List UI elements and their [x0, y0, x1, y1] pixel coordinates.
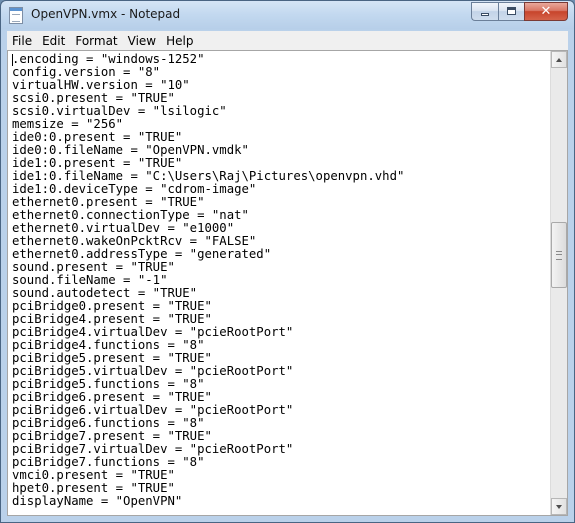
scroll-up-arrow-icon [556, 58, 562, 62]
text-cursor [12, 54, 13, 66]
notepad-icon[interactable] [9, 7, 23, 24]
window-title: OpenVPN.vmx - Notepad [31, 7, 181, 21]
title-bar[interactable]: OpenVPN.vmx - Notepad ✕ [1, 1, 574, 31]
scroll-down-button[interactable] [551, 498, 567, 515]
menu-edit[interactable]: Edit [37, 32, 70, 50]
text-editor[interactable]: .encoding = "windows-1252" config.version… [7, 50, 568, 516]
maximize-icon [507, 7, 516, 15]
scroll-down-arrow-icon [556, 505, 562, 509]
minimize-icon [481, 13, 489, 16]
grip-icon [556, 251, 562, 260]
menu-view[interactable]: View [123, 32, 161, 50]
menu-help[interactable]: Help [161, 32, 198, 50]
menu-bar: File Edit Format View Help [7, 31, 568, 50]
maximize-button[interactable] [498, 2, 524, 21]
caption-buttons: ✕ [471, 2, 568, 21]
scroll-up-button[interactable] [551, 51, 567, 68]
menu-format[interactable]: Format [70, 32, 122, 50]
scroll-thumb[interactable] [551, 222, 567, 288]
notepad-window: OpenVPN.vmx - Notepad ✕ File Edit Format… [0, 0, 575, 523]
menu-file[interactable]: File [7, 32, 37, 50]
close-icon: ✕ [540, 4, 552, 19]
minimize-button[interactable] [471, 2, 498, 21]
document-text[interactable]: .encoding = "windows-1252" config.version… [12, 53, 547, 515]
close-button[interactable]: ✕ [524, 2, 568, 21]
text-line[interactable]: displayName = "OpenVPN" [12, 495, 547, 508]
vertical-scrollbar[interactable] [550, 51, 567, 515]
